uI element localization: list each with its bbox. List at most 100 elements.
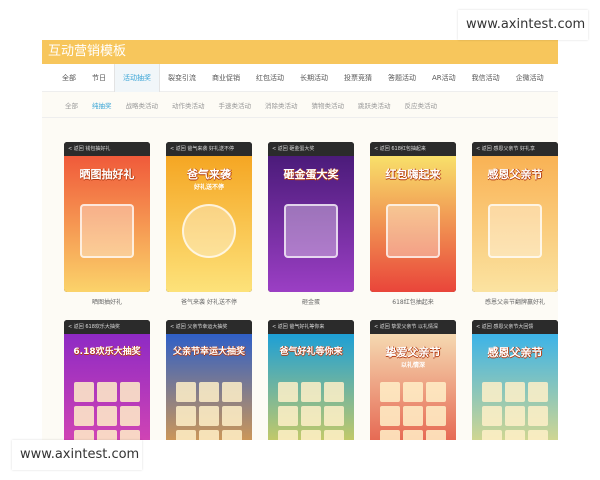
tab-primary-3[interactable]: 裂变引流 [160,64,204,92]
preview-subheadline: 以礼情深 [400,362,425,369]
template-preview[interactable]: < 返回 父亲节幸运大抽奖 父亲节幸运大抽奖 [166,320,252,440]
preview-header: < 返回 挚爱父亲节 以礼情深 [370,320,456,334]
prize-tile [482,430,502,440]
preview-screen: 挚爱父亲节 以礼情深 [370,334,456,440]
template-preview[interactable]: < 返回 钱包抽好礼 晒图抽好礼 [64,142,150,292]
tab-primary-9[interactable]: AR活动 [424,64,464,92]
preview-screen: 感恩父亲节 [472,156,558,292]
template-preview[interactable]: < 返回 感恩父亲节大回馈 感恩父亲节 [472,320,558,440]
preview-screen: 爸气好礼等你来 [268,334,354,440]
prize-tile [301,382,321,402]
template-card[interactable]: < 返回 感恩父亲节 好礼享 感恩父亲节 感恩父亲节翻牌赢好礼 [472,142,558,306]
template-card[interactable]: < 返回 钱包抽好礼 晒图抽好礼 晒图抽好礼 [64,142,150,306]
template-card[interactable]: < 返回 爸气来袭 好礼送不停 爸气来袭 好礼送不停 爸气来袭 好礼送不停 [166,142,252,306]
preview-screen: 6.18欢乐大抽奖 [64,334,150,440]
prize-tile [222,430,242,440]
prize-tile [199,430,219,440]
template-card[interactable]: < 返回 618红包抽起来 红包嗨起来 618红包抽起来 [370,142,456,306]
tab-secondary-5[interactable]: 消除类活动 [258,100,305,110]
preview-header: < 返回 感恩父亲节大回馈 [472,320,558,334]
preview-header: < 返回 父亲节幸运大抽奖 [166,320,252,334]
template-caption: 618红包抽起来 [392,299,434,306]
template-card[interactable]: < 返回 挚爱父亲节 以礼情深 挚爱父亲节以礼情深 [370,320,456,440]
tab-secondary-4[interactable]: 手速类活动 [212,100,259,110]
preview-header: < 返回 爸气好礼等你来 [268,320,354,334]
prize-tile [74,382,94,402]
preview-headline: 挚爱父亲节 [385,346,441,359]
tab-primary-5[interactable]: 红包活动 [248,64,292,92]
prize-tile [426,430,446,440]
prize-tile [403,382,423,402]
template-preview[interactable]: < 返回 618欢乐大抽奖 6.18欢乐大抽奖 [64,320,150,440]
tab-secondary-8[interactable]: 反应类活动 [398,100,445,110]
tab-primary-2[interactable]: 活动抽奖 [114,63,160,92]
prize-tile [120,406,140,426]
prize-tile [199,406,219,426]
prize-tile [199,382,219,402]
tab-primary-7[interactable]: 投票竞猜 [336,64,380,92]
template-preview[interactable]: < 返回 618红包抽起来 红包嗨起来 [370,142,456,292]
prize-panel [284,204,338,258]
prize-tile [528,406,548,426]
preview-subheadline: 好礼送不停 [193,184,224,191]
template-card[interactable]: < 返回 砸金蛋大奖 砸金蛋大奖砸金蛋 [268,142,354,306]
watermark-top: www.axintest.com [458,10,588,40]
prize-tile [505,406,525,426]
prize-tile [120,382,140,402]
tab-primary-4[interactable]: 商业促销 [204,64,248,92]
preview-header: < 返回 618红包抽起来 [370,142,456,156]
template-card[interactable]: < 返回 618欢乐大抽奖 6.18欢乐大抽奖 [64,320,150,440]
preview-headline: 砸金蛋大奖 [283,168,339,181]
prize-tile [482,382,502,402]
prize-panel [80,204,134,258]
template-preview[interactable]: < 返回 爸气好礼等你来爸气好礼等你来 [268,320,354,440]
watermark-bottom: www.axintest.com [12,440,142,470]
prize-panel [386,204,440,258]
prize-tile [120,430,140,440]
tab-secondary-1[interactable]: 纯抽奖 [85,100,119,110]
preview-headline: 爸气好礼等你来 [279,347,343,357]
template-card[interactable]: < 返回 爸气好礼等你来爸气好礼等你来 [268,320,354,440]
preview-screen: 砸金蛋大奖 [268,156,354,292]
preview-headline: 感恩父亲节 [487,168,543,181]
prize-tile [380,430,400,440]
preview-screen: 晒图抽好礼 [64,156,150,292]
preview-header: < 返回 618欢乐大抽奖 [64,320,150,334]
prize-tile [278,430,298,440]
template-preview[interactable]: < 返回 感恩父亲节 好礼享 感恩父亲节 [472,142,558,292]
prize-tile [74,406,94,426]
template-caption: 爸气来袭 好礼送不停 [181,299,237,306]
template-preview[interactable]: < 返回 挚爱父亲节 以礼情深 挚爱父亲节以礼情深 [370,320,456,440]
tab-secondary-0[interactable]: 全部 [58,100,85,110]
prize-tile [403,430,423,440]
preview-header: < 返回 砸金蛋大奖 [268,142,354,156]
tab-primary-0[interactable]: 全部 [54,64,84,92]
prize-panel [488,204,542,258]
preview-headline: 感恩父亲节 [487,346,543,359]
prize-tile [324,406,344,426]
template-card[interactable]: < 返回 父亲节幸运大抽奖 父亲节幸运大抽奖 [166,320,252,440]
prize-tile [426,382,446,402]
tab-secondary-7[interactable]: 跳跃类活动 [351,100,398,110]
template-card[interactable]: < 返回 感恩父亲节大回馈 感恩父亲节 [472,320,558,440]
tab-primary-1[interactable]: 节日 [84,64,114,92]
prize-tile [380,382,400,402]
tab-secondary-6[interactable]: 猜物类活动 [305,100,352,110]
preview-headline: 6.18欢乐大抽奖 [73,347,141,357]
tab-primary-10[interactable]: 我信活动 [464,64,508,92]
prize-tile [97,406,117,426]
preview-screen: 感恩父亲节 [472,334,558,440]
template-preview[interactable]: < 返回 砸金蛋大奖 砸金蛋大奖 [268,142,354,292]
preview-headline: 爸气来袭 [187,168,231,181]
prize-tile [482,406,502,426]
prize-tile [301,406,321,426]
template-caption: 砸金蛋 [301,299,320,306]
tab-primary-11[interactable]: 企微活动 [508,64,552,92]
marketing-template-page: 互动营销模板 全部 节日 活动抽奖 裂变引流 商业促销 红包活动 长期活动 投票竞猜 答题活动 A… [42,40,558,440]
template-preview[interactable]: < 返回 爸气来袭 好礼送不停 爸气来袭 好礼送不停 [166,142,252,292]
prize-tile [324,430,344,440]
tab-secondary-2[interactable]: 战略类活动 [119,100,166,110]
tab-primary-8[interactable]: 答题活动 [380,64,424,92]
tab-primary-6[interactable]: 长期活动 [292,64,336,92]
tab-secondary-3[interactable]: 动作类活动 [165,100,212,110]
